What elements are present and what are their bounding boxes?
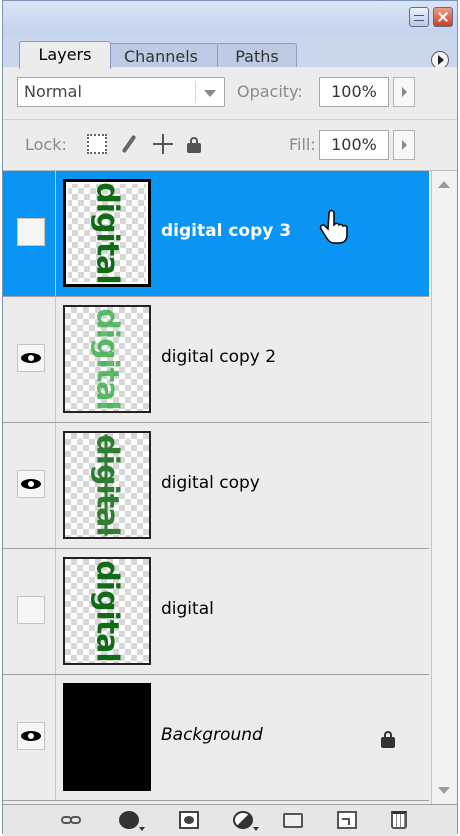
fx-icon[interactable] — [119, 811, 145, 831]
scroll-down-icon[interactable] — [438, 787, 450, 794]
layer-row-digital-copy-2[interactable]: digital digital copy 2 — [3, 297, 429, 423]
lock-all-icon[interactable] — [187, 136, 201, 153]
layer-thumbnail: digital — [63, 305, 151, 413]
mask-icon[interactable] — [179, 811, 199, 829]
eye-icon — [21, 479, 41, 489]
layer-thumbnail: digital — [63, 557, 151, 665]
layer-name[interactable]: Background — [161, 725, 263, 745]
layers-bottom-toolbar — [3, 804, 457, 836]
visibility-toggle[interactable] — [17, 470, 45, 498]
thumbnail-text: digital — [89, 182, 125, 284]
new-layer-icon[interactable] — [337, 811, 357, 829]
row-divider — [55, 423, 56, 548]
lock-image-pixels-icon[interactable] — [119, 134, 139, 154]
layer-row-background[interactable]: Background — [3, 675, 429, 801]
layer-name[interactable]: digital copy 2 — [161, 347, 276, 367]
fill-label: Fill: — [289, 135, 316, 154]
opacity-slider-arrow-icon[interactable] — [393, 77, 415, 107]
lock-row: Lock: Fill: 100% — [3, 120, 457, 171]
lock-position-icon[interactable] — [153, 134, 173, 154]
layer-thumbnail — [63, 683, 151, 791]
layers-panel: Channels Paths Layers Normal Opacity: 10… — [2, 0, 458, 836]
folder-icon[interactable] — [283, 813, 303, 828]
adjustment-icon[interactable] — [233, 811, 259, 831]
visibility-toggle[interactable] — [17, 722, 45, 750]
minimize-icon[interactable] — [409, 7, 429, 27]
blend-mode-value: Normal — [24, 82, 82, 101]
trash-icon[interactable] — [391, 811, 407, 829]
link-icon[interactable] — [61, 811, 81, 829]
chevron-down-icon — [204, 90, 216, 97]
layer-thumbnail: digital — [63, 431, 151, 539]
row-divider — [55, 297, 56, 422]
thumbnail-text: digital — [89, 308, 125, 410]
panel-body: Normal Opacity: 100% Lock: Fill: 100% di… — [3, 67, 457, 836]
scroll-up-icon[interactable] — [438, 181, 450, 188]
layer-row-digital-copy[interactable]: digital digital copy — [3, 423, 429, 549]
lock-transparent-pixels-icon[interactable] — [87, 134, 107, 154]
blend-row: Normal Opacity: 100% — [3, 67, 457, 120]
tab-layers[interactable]: Layers — [19, 41, 111, 69]
row-divider — [55, 171, 56, 296]
tab-channels[interactable]: Channels — [103, 43, 219, 69]
visibility-toggle[interactable] — [17, 596, 45, 624]
select-divider — [195, 81, 196, 103]
layer-list-scrollbar[interactable] — [431, 171, 456, 804]
eye-icon — [21, 353, 41, 363]
hand-cursor-icon — [319, 209, 348, 244]
panel-title-bar — [3, 1, 457, 35]
layer-name[interactable]: digital copy — [161, 473, 260, 493]
tab-paths[interactable]: Paths — [217, 43, 297, 69]
row-divider — [55, 675, 56, 800]
layer-name[interactable]: digital — [161, 599, 214, 619]
visibility-toggle[interactable] — [17, 218, 45, 246]
row-divider — [55, 549, 56, 674]
layer-row-digital-copy-3[interactable]: digital digital copy 3 — [3, 171, 429, 297]
fill-input[interactable]: 100% — [319, 130, 389, 160]
layer-name[interactable]: digital copy 3 — [161, 221, 291, 241]
opacity-input[interactable]: 100% — [319, 77, 389, 107]
layer-list: digital digital copy 3 digital digital c… — [3, 171, 429, 804]
eye-icon — [21, 731, 41, 741]
visibility-toggle[interactable] — [17, 344, 45, 372]
fill-slider-arrow-icon[interactable] — [393, 130, 415, 160]
panel-tabs: Channels Paths Layers — [3, 35, 457, 69]
layer-row-digital[interactable]: digital digital — [3, 549, 429, 675]
lock-label: Lock: — [25, 135, 67, 154]
layer-thumbnail: digital — [63, 179, 151, 287]
opacity-label: Opacity: — [237, 82, 303, 101]
thumbnail-text: digital — [89, 560, 125, 662]
thumbnail-text: digital — [89, 434, 125, 536]
blend-mode-select[interactable]: Normal — [17, 77, 225, 107]
lock-icon — [381, 731, 395, 748]
close-icon[interactable] — [433, 7, 453, 27]
